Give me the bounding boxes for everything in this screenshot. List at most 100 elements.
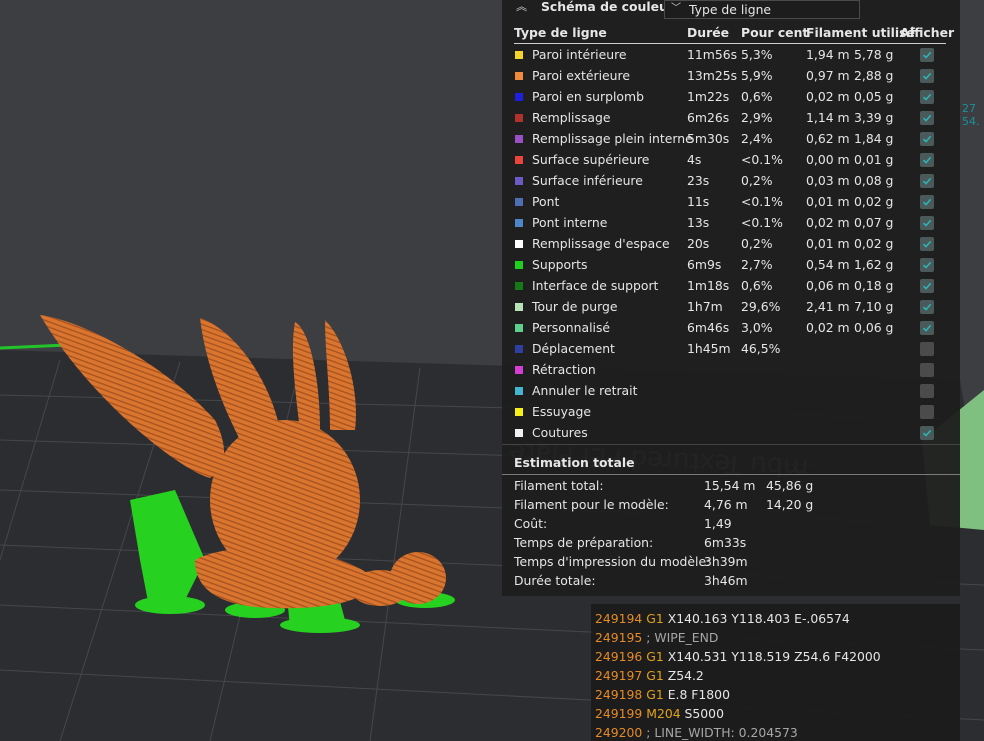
show-checkbox[interactable] [920,153,934,167]
summary-value: 4,76 m [704,497,748,512]
percent-value: 29,6% [741,299,781,314]
color-swatch [515,366,523,374]
color-swatch [515,177,523,185]
line-type-name: Pont interne [532,215,608,230]
legend-table-header: Type de ligne Durée Pour cent Filament u… [502,22,960,44]
show-checkbox[interactable] [920,363,934,377]
legend-row: Paroi en surplomb 1m22s 0,6% 0,02 m 0,05 g [502,86,960,107]
percent-value: <0.1% [741,194,783,209]
show-checkbox[interactable] [920,300,934,314]
summary-label: Durée totale: [514,573,596,588]
color-swatch [515,72,523,80]
gcode-line-number: 249199 [595,706,643,721]
show-checkbox[interactable] [920,111,934,125]
duration-value: 20s [687,236,710,251]
gcode-command: M204 [646,706,681,721]
filament-weight: 0,07 g [854,215,894,230]
legend-row: Coutures [502,422,960,443]
filament-weight: 0,18 g [854,278,894,293]
color-swatch [515,135,523,143]
duration-value: 1h7m [687,299,723,314]
checkmark-icon [922,240,932,248]
line-type-name: Interface de support [532,278,659,293]
checkmark-icon [922,177,932,185]
gcode-line[interactable]: 249200 ; LINE_WIDTH: 0.204573 [595,725,798,740]
summary-label: Temps d'impression du modèle: [514,554,711,569]
show-checkbox[interactable] [920,405,934,419]
gcode-line-number: 249195 [595,630,643,645]
filament-weight: 1,84 g [854,131,894,146]
percent-value: 0,2% [741,173,773,188]
gcode-arguments: S5000 [680,706,724,721]
gcode-line[interactable]: 249196 G1 X140.531 Y118.519 Z54.6 F42000 [595,649,881,664]
axis-readout-line: 27 [962,102,976,115]
show-checkbox[interactable] [920,279,934,293]
axis-readout-line: 54. [962,115,980,128]
summary-value: 3h46m [704,573,748,588]
show-checkbox[interactable] [920,174,934,188]
gcode-line[interactable]: 249199 M204 S5000 [595,706,724,721]
show-checkbox[interactable] [920,48,934,62]
gcode-command: G1 [646,687,664,702]
checkmark-icon [922,198,932,206]
show-checkbox[interactable] [920,132,934,146]
color-swatch [515,324,523,332]
duration-value: 4s [687,152,702,167]
show-checkbox[interactable] [920,216,934,230]
checkmark-icon [922,261,932,269]
filament-length: 0,01 m [806,236,850,251]
percent-value: 5,3% [741,47,773,62]
show-checkbox[interactable] [920,342,934,356]
legend-row: Personnalisé 6m46s 3,0% 0,02 m 0,06 g [502,317,960,338]
checkmark-icon [922,219,932,227]
line-type-name: Coutures [532,425,588,440]
line-type-name: Supports [532,257,588,272]
duration-value: 23s [687,173,710,188]
filament-length: 0,02 m [806,320,850,335]
checkmark-icon [922,324,932,332]
line-type-name: Remplissage plein interne [532,131,693,146]
color-swatch [515,429,523,437]
summary-value-secondary: 45,86 g [766,478,814,493]
gcode-comment: ; LINE_WIDTH: 0.204573 [646,725,798,740]
color-swatch [515,387,523,395]
show-checkbox[interactable] [920,426,934,440]
gcode-arguments: Z54.2 [663,668,704,683]
summary-row: Durée totale: 3h46m [502,571,960,590]
summary-row: Filament pour le modèle: 4,76 m 14,20 g [502,495,960,514]
filament-length: 0,06 m [806,278,850,293]
show-checkbox[interactable] [920,237,934,251]
color-swatch [515,198,523,206]
percent-value: <0.1% [741,215,783,230]
show-checkbox[interactable] [920,195,934,209]
line-type-name: Paroi extérieure [532,68,630,83]
checkmark-icon [922,135,932,143]
duration-value: 11s [687,194,710,209]
view-type-dropdown[interactable]: ﹀ Type de ligne [664,0,860,19]
percent-value: 0,6% [741,89,773,104]
gcode-line[interactable]: 249197 G1 Z54.2 [595,668,704,683]
filament-weight: 0,08 g [854,173,894,188]
show-checkbox[interactable] [920,321,934,335]
gcode-line-number: 249198 [595,687,643,702]
duration-value: 6m26s [687,110,730,125]
legend-row: Essuyage [502,401,960,422]
filament-weight: 0,01 g [854,152,894,167]
show-checkbox[interactable] [920,384,934,398]
gcode-line[interactable]: 249195 ; WIPE_END [595,630,718,645]
percent-value: 5,9% [741,68,773,83]
show-checkbox[interactable] [920,258,934,272]
gcode-line[interactable]: 249194 G1 X140.163 Y118.403 E-.06574 [595,611,850,626]
show-checkbox[interactable] [920,69,934,83]
percent-value: 2,7% [741,257,773,272]
summary-row: Temps de préparation: 6m33s [502,533,960,552]
filament-weight: 2,88 g [854,68,894,83]
summary-value: 3h39m [704,554,748,569]
gcode-line[interactable]: 249198 G1 E.8 F1800 [595,687,730,702]
summary-rule [502,474,960,475]
legend-row: Surface supérieure 4s <0.1% 0,00 m 0,01 g [502,149,960,170]
show-checkbox[interactable] [920,90,934,104]
collapse-icon[interactable]: ︽ [516,1,527,13]
line-type-name: Tour de purge [532,299,618,314]
filament-length: 0,02 m [806,89,850,104]
